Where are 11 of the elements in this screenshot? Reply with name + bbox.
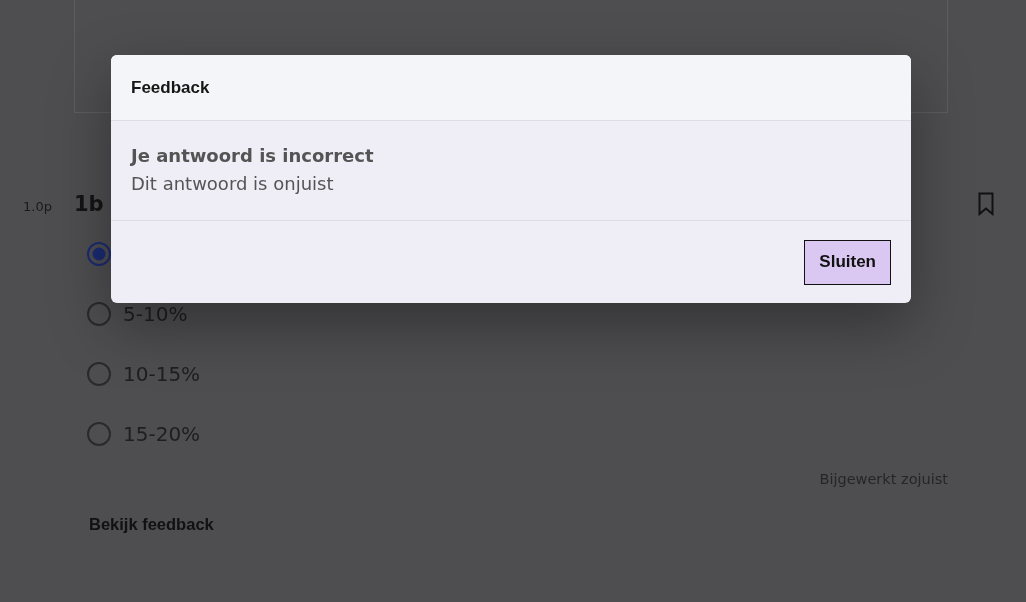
radio-button[interactable] (87, 302, 111, 326)
dialog-title: Feedback (131, 77, 210, 98)
close-button[interactable]: Sluiten (804, 239, 891, 285)
result-heading: Je antwoord is incorrect (131, 144, 374, 168)
radio-button[interactable] (87, 362, 111, 386)
view-feedback-link[interactable]: Bekijk feedback (89, 514, 214, 534)
radio-button[interactable] (87, 422, 111, 446)
radio-button[interactable] (87, 242, 111, 266)
bookmark-icon[interactable] (978, 192, 994, 216)
question-number: 1b (74, 192, 104, 216)
result-message: Dit antwoord is onjuist (131, 172, 334, 196)
